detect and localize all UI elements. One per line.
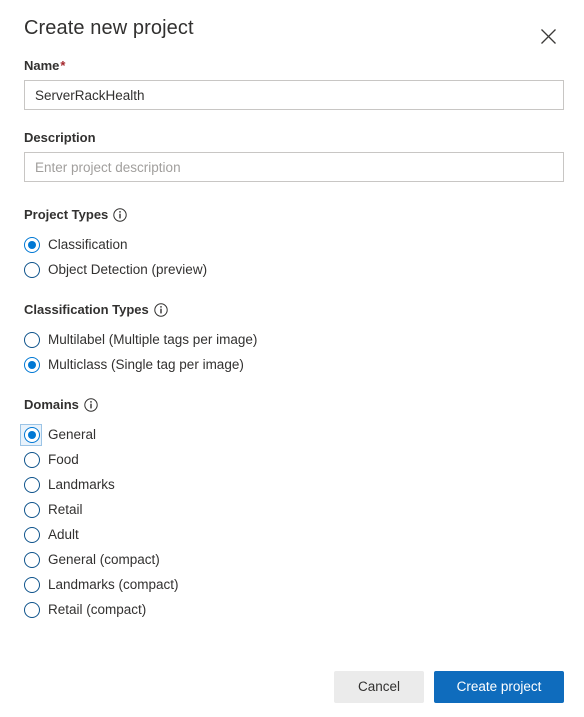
radio-label: Adult	[48, 526, 79, 542]
dialog-body: Name* Description Project Types	[20, 58, 564, 622]
project-types-heading-text: Project Types	[24, 207, 109, 222]
radio-indicator	[24, 261, 40, 278]
radio-indicator	[24, 236, 40, 253]
project-types-radio-group: Classification Object Detection (preview…	[24, 232, 564, 282]
cancel-button[interactable]: Cancel	[334, 671, 424, 703]
radio-indicator	[24, 356, 40, 373]
radio-indicator	[24, 451, 40, 468]
radio-indicator	[24, 551, 40, 568]
info-icon[interactable]	[154, 303, 168, 317]
dialog-header: Create new project	[24, 14, 566, 50]
radio-domain-landmarks-compact[interactable]: Landmarks (compact)	[24, 572, 564, 597]
close-icon	[540, 28, 557, 48]
dialog-footer: Cancel Create project	[24, 669, 564, 705]
name-field-label: Name*	[24, 58, 564, 74]
radio-indicator	[24, 576, 40, 593]
radio-domain-general[interactable]: General	[20, 422, 564, 447]
description-input[interactable]	[24, 152, 564, 182]
radio-classification-type-multilabel[interactable]: Multilabel (Multiple tags per image)	[24, 327, 564, 352]
description-field-group: Description	[24, 130, 564, 182]
radio-domain-adult[interactable]: Adult	[24, 522, 564, 547]
radio-label: Retail	[48, 501, 83, 517]
radio-indicator	[24, 526, 40, 543]
radio-domain-general-compact[interactable]: General (compact)	[24, 547, 564, 572]
radio-label: General (compact)	[48, 551, 160, 567]
radio-domain-retail-compact[interactable]: Retail (compact)	[24, 597, 564, 622]
radio-domain-food[interactable]: Food	[24, 447, 564, 472]
radio-label: Object Detection (preview)	[48, 261, 208, 277]
domains-radio-group: General Food Landmarks Retail Adult Gene…	[20, 422, 564, 622]
radio-label: Landmarks	[48, 476, 115, 492]
classification-types-heading: Classification Types	[24, 302, 564, 318]
radio-label: General	[48, 426, 97, 442]
domains-heading-text: Domains	[24, 397, 79, 412]
info-icon[interactable]	[84, 398, 98, 412]
name-label-text: Name	[24, 58, 60, 73]
name-input[interactable]	[24, 80, 564, 110]
close-button[interactable]	[532, 22, 564, 54]
radio-project-type-classification[interactable]: Classification	[24, 232, 564, 257]
radio-label: Classification	[48, 236, 128, 252]
radio-indicator	[24, 476, 40, 493]
classification-types-radio-group: Multilabel (Multiple tags per image) Mul…	[24, 327, 564, 377]
create-project-button[interactable]: Create project	[434, 671, 564, 703]
required-asterisk: *	[60, 58, 66, 73]
page-title: Create new project	[24, 17, 194, 39]
radio-indicator	[24, 501, 40, 518]
radio-domain-retail[interactable]: Retail	[24, 497, 564, 522]
radio-label: Multilabel (Multiple tags per image)	[48, 331, 258, 347]
domains-section: Domains General Food Landmarks Retail Ad…	[20, 397, 564, 622]
description-field-label: Description	[24, 130, 96, 145]
radio-label: Landmarks (compact)	[48, 576, 179, 592]
radio-indicator	[24, 331, 40, 348]
radio-classification-type-multiclass[interactable]: Multiclass (Single tag per image)	[24, 352, 564, 377]
project-types-heading: Project Types	[24, 207, 564, 223]
info-icon[interactable]	[113, 208, 127, 222]
classification-types-heading-text: Classification Types	[24, 302, 149, 317]
radio-indicator	[24, 426, 40, 443]
create-new-project-dialog: Create new project Name* Description Pro…	[0, 0, 584, 717]
project-types-section: Project Types Classification Object Dete…	[24, 207, 564, 282]
radio-label: Multiclass (Single tag per image)	[48, 356, 244, 372]
classification-types-section: Classification Types Multilabel (Multipl…	[24, 302, 564, 377]
radio-indicator	[24, 601, 40, 618]
radio-project-type-object-detection[interactable]: Object Detection (preview)	[24, 257, 564, 282]
radio-domain-landmarks[interactable]: Landmarks	[24, 472, 564, 497]
domains-heading: Domains	[24, 397, 564, 413]
name-field-group: Name*	[24, 58, 564, 110]
radio-label: Retail (compact)	[48, 601, 147, 617]
radio-label: Food	[48, 451, 79, 467]
